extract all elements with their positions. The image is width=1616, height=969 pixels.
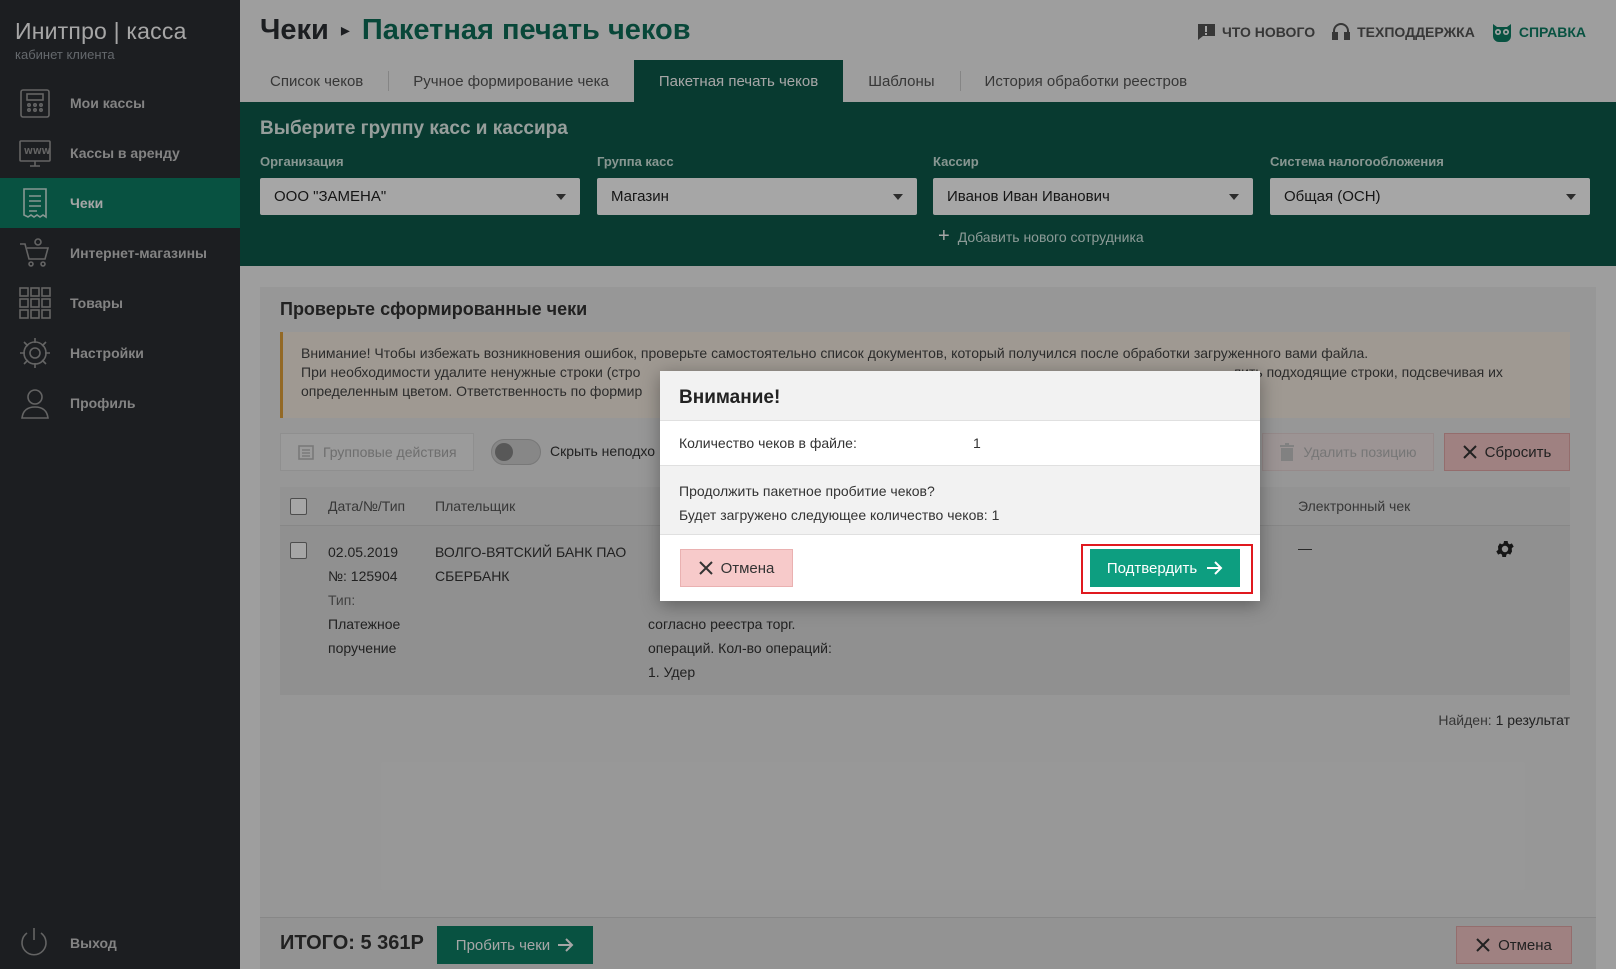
dialog-count-value: 1 [973,435,981,451]
dialog-cancel-button[interactable]: Отмена [680,549,793,587]
arrow-right-icon [1207,561,1223,575]
dialog-cancel-label: Отмена [720,559,775,577]
dialog-count-label: Количество чеков в файле: [679,435,857,451]
dialog-body: Продолжить пакетное пробитие чеков? Буде… [660,466,1260,535]
dialog-footer: Отмена Подтвердить [660,535,1260,600]
dialog-confirm-label: Подтвердить [1106,559,1198,577]
close-icon [698,561,713,575]
confirm-dialog: Внимание! Количество чеков в файле: 1 Пр… [660,371,1260,601]
dialog-title: Внимание! [660,371,1260,421]
dialog-confirm-button[interactable]: Подтвердить [1090,549,1240,587]
dialog-count-row: Количество чеков в файле: 1 [660,421,1260,466]
dialog-info: Будет загружено следующее количество чек… [679,507,1000,523]
dialog-question: Продолжить пакетное пробитие чеков? [679,483,935,499]
